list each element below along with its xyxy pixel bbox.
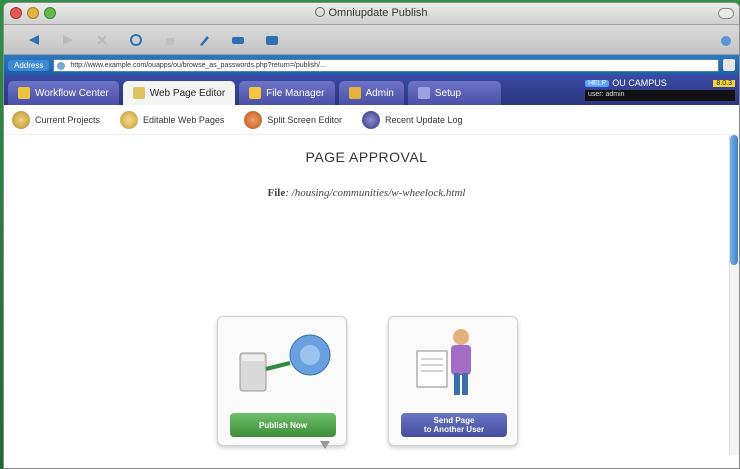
publish-icon [239,334,331,392]
page-title: PAGE APPROVAL [305,149,428,165]
subnav-current-projects[interactable]: Current Projects [12,110,100,129]
tab-admin[interactable]: Admin [338,81,404,105]
tab-setup[interactable]: Setup [407,81,502,105]
url-field[interactable]: http://www.example.com/ouapps/ou/browse_… [53,58,719,72]
subnav-split-screen-editor[interactable]: Split Screen Editor [244,110,342,129]
projects-icon [12,110,30,129]
send-page-card[interactable]: Send Page to Another User [388,316,518,446]
help-badge[interactable]: HELP [585,79,610,87]
sub-navigation: Current Projects Editable Web Pages Spli… [4,105,739,135]
favicon-icon [57,61,66,70]
subnav-editable-web-pages[interactable]: Editable Web Pages [120,110,224,129]
site-name: OU CAMPUS [612,78,667,88]
split-icon [244,110,263,129]
tab-workflow-center[interactable]: Workflow Center [8,81,119,105]
tab-file-manager[interactable]: File Manager [239,81,335,105]
file-path-line: File: /housing/communities/w-wheelock.ht… [4,187,729,199]
mail-icon[interactable] [264,32,280,48]
log-icon [361,110,380,129]
refresh-icon[interactable] [128,32,144,48]
folder-icon [249,87,262,99]
browser-window: Omniupdate Publish Address http://www.ex… [3,2,740,469]
file-path: : /housing/communities/w-wheelock.html [285,187,466,199]
stop-icon[interactable] [94,32,110,48]
version-badge: 8.0.3 [713,79,735,87]
back-icon[interactable] [26,32,42,48]
window-title: Omniupdate Publish [4,7,739,19]
tab-web-page-editor[interactable]: Web Page Editor [122,81,236,105]
account-panel: HELP OU CAMPUS 8.0.3 user: admin [585,78,735,101]
main-content: PAGE APPROVAL File: /housing/communities… [4,135,739,455]
mouse-cursor [320,441,330,449]
forward-icon[interactable] [60,32,76,48]
toolbar-toggle-button[interactable] [718,8,734,19]
send-page-button[interactable]: Send Page to Another User [401,413,507,437]
app-tab-bar: Workflow Center Web Page Editor File Man… [4,75,739,105]
vertical-scrollbar[interactable] [729,135,739,455]
publish-now-button[interactable]: Publish Now [230,413,336,437]
browser-toolbar [4,25,739,55]
globe-icon [315,7,326,17]
user-icon [416,329,471,395]
scrollbar-thumb[interactable] [730,135,738,265]
autofill-icon[interactable] [196,32,212,48]
go-button[interactable] [723,59,735,71]
pages-icon [120,110,139,129]
address-bar: Address http://www.example.com/ouapps/ou… [4,55,739,75]
file-label: File [267,187,286,199]
print-icon[interactable] [230,32,246,48]
title-bar: Omniupdate Publish [4,3,739,25]
setup-icon [417,87,430,99]
settings-gear-icon[interactable] [718,33,734,49]
workflow-icon [18,87,30,99]
admin-icon [348,87,361,99]
address-label: Address [8,59,50,71]
home-icon[interactable] [162,32,178,48]
publish-now-card[interactable]: Publish Now [217,316,347,446]
user-info: user: admin [585,90,735,101]
subnav-recent-update-log[interactable]: Recent Update Log [361,110,463,129]
edit-icon [132,87,145,99]
